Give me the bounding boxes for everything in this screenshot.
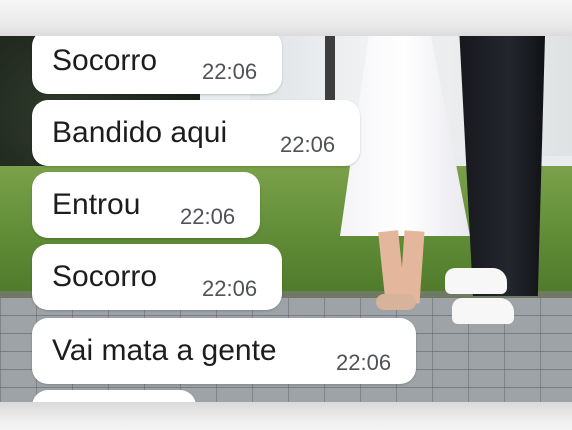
message-text: Vai mata a gente (52, 334, 277, 367)
message-timestamp: 22:06 (180, 204, 236, 229)
message-text: Entrou (52, 188, 141, 221)
message-timestamp: 22:06 (336, 350, 392, 375)
message-text: Bandido aqui (52, 116, 228, 149)
message-text: Socorro (52, 260, 158, 293)
message-bubble[interactable]: Socorro 22:06 (32, 30, 282, 94)
message-bubble[interactable]: Vai mata a gente 22:06 (32, 318, 416, 384)
message-bubble[interactable]: Entrou 22:06 (32, 172, 260, 238)
message-text: Socorro (52, 44, 158, 77)
blurred-bottom-border (0, 402, 572, 430)
message-list: Socorro 22:06 Bandido aqui 22:06 Entrou … (0, 0, 572, 430)
chat-screen: Socorro 22:06 Bandido aqui 22:06 Entrou … (0, 0, 572, 430)
message-timestamp: 22:06 (202, 59, 258, 84)
message-timestamp: 22:06 (202, 276, 258, 301)
blurred-top-border (0, 0, 572, 36)
message-bubble[interactable]: Socorro 22:06 (32, 244, 282, 310)
message-timestamp: 22:06 (280, 132, 336, 157)
message-bubble[interactable]: Bandido aqui 22:06 (32, 100, 360, 166)
